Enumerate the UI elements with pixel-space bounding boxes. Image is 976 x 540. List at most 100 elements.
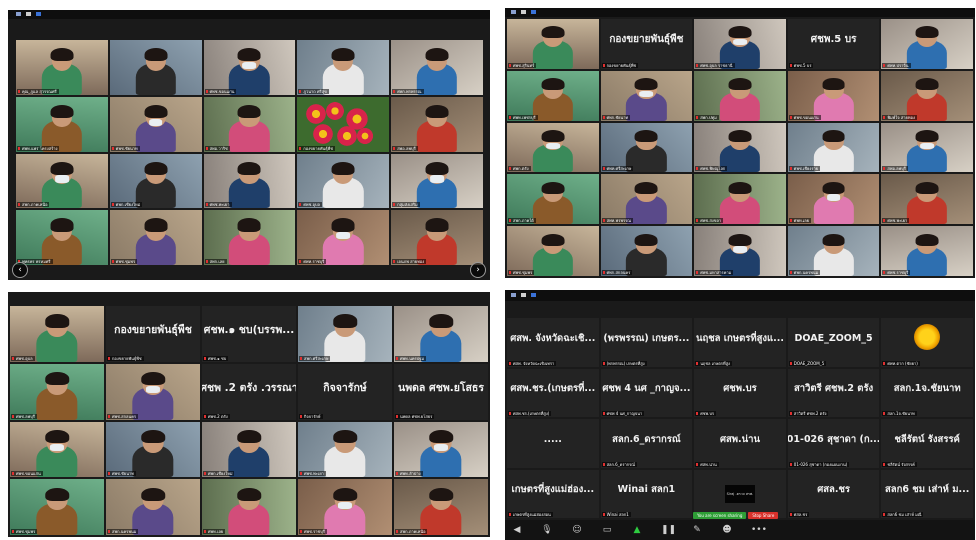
participant-tile[interactable]: พุทธพร พรหมศรี: [16, 210, 108, 265]
participant-tile[interactable]: สพก.ภาคเหนือ: [16, 153, 108, 209]
menu-icon[interactable]: [26, 12, 31, 16]
mic-icon[interactable]: 🎙: [541, 524, 553, 536]
participant-tile[interactable]: .....: [507, 419, 599, 468]
participant-tile[interactable]: ศพท.แพร่ โครงสร้าง: [16, 96, 108, 152]
gallery-icon[interactable]: [36, 12, 41, 16]
participant-tile[interactable]: ศสพ. จังหวัดฉะเชิ... ศสพ. จังหวัดฉะเชิงเท…: [507, 318, 599, 367]
participant-tile[interactable]: ศพช.พิษณุโลก: [694, 122, 786, 173]
participant-tile[interactable]: ศพท.ตาก (ชัยยา): [881, 318, 973, 367]
participant-tile[interactable]: ศพก.เชียงใหม่: [109, 153, 202, 209]
participant-tile[interactable]: ศพท.ลำปาง: [394, 421, 488, 478]
participant-tile[interactable]: ศพก.นครพนม: [787, 226, 880, 276]
participant-tile[interactable]: ศพท.นครปฐม: [394, 306, 488, 362]
chat-icon[interactable]: ▭: [601, 524, 613, 536]
back-icon[interactable]: ◀: [511, 524, 523, 536]
participant-tile[interactable]: ศพช.ขอนแก่น: [787, 70, 880, 121]
next-page-button[interactable]: ›: [470, 262, 486, 278]
share-screen-icon[interactable]: ▲: [631, 524, 643, 536]
participant-tile[interactable]: นฤชล เกษตรที่สูงแ... นฤชล เกษตรที่สูง: [694, 318, 786, 367]
participant-tile[interactable]: ศชพ 4 นศ _กาญจ... ศชพ 4 นศ_กาญจนา: [600, 368, 693, 417]
participant-tile[interactable]: สพอ.ลพบุรี: [881, 122, 973, 173]
menu-icon[interactable]: [521, 293, 526, 297]
participant-tile[interactable]: Siraj .ตรวจ สรพ.: [694, 469, 786, 518]
participant-tile[interactable]: ศสพ.ชร.(เกษตรที่... ศสพ.ชร.(เกษตรที่สูง): [507, 368, 599, 417]
participant-tile[interactable]: ศพช.ขอนแก่น: [10, 421, 104, 478]
participant-tile[interactable]: Winai สลก1 Winai สลก1: [600, 469, 693, 518]
participant-tile[interactable]: ศพช.พะเยา: [298, 421, 392, 478]
participant-tile[interactable]: ศพช.ขอนแก่น: [203, 40, 296, 95]
participant-tile[interactable]: ศพช.มหาสารคาม: [694, 226, 786, 276]
participant-tile[interactable]: ศพช.สงขลา: [694, 174, 786, 225]
participant-tile[interactable]: ศพช.พะเยา: [881, 174, 973, 225]
participant-tile[interactable]: ศพช.อุบล ราชธานี: [694, 19, 786, 69]
participant-tile[interactable]: ศพช.สกลนคร: [106, 363, 200, 420]
participant-tile[interactable]: พิมพ์ใจ สายทอง: [881, 70, 973, 121]
participant-tile[interactable]: สพอ.ลพบุรี: [391, 96, 483, 152]
participant-tile[interactable]: ศพช.อุบล: [297, 153, 390, 209]
participant-tile[interactable]: ศพก.ตรัง: [507, 122, 599, 173]
participant-tile[interactable]: ศชพ.5 บร ศพช.5 บร: [787, 19, 880, 69]
participant-tile[interactable]: สพก.นครพนม: [106, 479, 200, 535]
participant-tile[interactable]: [109, 40, 202, 95]
participant-tile[interactable]: ศพช.ชุมพร: [109, 210, 202, 265]
view-icon[interactable]: [511, 293, 516, 297]
participant-tile[interactable]: ศสพ.น่าน ศสพ.น่าน: [694, 419, 786, 468]
gallery-icon[interactable]: [531, 293, 536, 297]
gallery-icon[interactable]: [531, 10, 536, 14]
participant-tile[interactable]: เกษตรที่สูงแม่ฮ่อง... เกษตรที่สูงแม่ฮ่องส…: [507, 469, 599, 518]
participant-tile[interactable]: ศพช.ชัยนาท: [106, 421, 200, 478]
participant-tile[interactable]: ศพช.ชุมพร: [507, 226, 599, 276]
participant-tile[interactable]: ศพท.เลย: [787, 174, 880, 225]
participant-tile[interactable]: ศพก.พรพรรณ: [391, 40, 483, 95]
participant-tile[interactable]: ศพก.เชียงใหม่: [202, 421, 296, 478]
participant-tile[interactable]: ชลีรัตน์ รังสรรค์ ชลีรัตน์ รังสรรค์: [881, 419, 973, 468]
participant-tile[interactable]: DOAE_ZOOM_5 DOAE_ZOOM_5: [787, 318, 880, 367]
participant-tile[interactable]: คุณ_ภูแล สุวรรณศรี: [16, 40, 108, 95]
participant-tile[interactable]: ศสล.ชร ศสล.ชร: [787, 469, 880, 518]
participant-tile[interactable]: สพท.พรพรรณ: [600, 174, 693, 225]
view-icon[interactable]: [16, 12, 21, 16]
participant-tile[interactable]: 01-026 สุชาดา (ก... 01-026 สุชาดา (กองแผน…: [787, 419, 880, 468]
participant-tile[interactable]: (พรพรรณ) เกษตร... (พรพรรณ) เกษตรที่สูง: [600, 318, 693, 367]
participants-icon[interactable]: ☺: [571, 524, 583, 536]
reactions-icon[interactable]: ☻: [721, 524, 733, 536]
participant-tile[interactable]: ศพท.ปราจีน: [881, 19, 973, 69]
participant-tile[interactable]: กองขยายพันธุ์พืช กองขยายพันธุ์พืช: [106, 306, 200, 362]
participant-tile[interactable]: สลก6 ชม เส่าห์ ม... สลก6 ชม เส่าห์ มณี: [881, 469, 973, 518]
participant-tile[interactable]: สพก.ภาคเหนือ: [394, 479, 488, 535]
annotate-icon[interactable]: ✎: [691, 524, 703, 536]
participant-tile[interactable]: ศพช.ชัยนาท: [109, 96, 202, 152]
participant-tile[interactable]: ศพช.อุบล: [10, 306, 104, 362]
participant-tile[interactable]: ศพช.ราชบุรี: [298, 479, 392, 535]
participant-tile[interactable]: ศชพ.บร ศชพ.บร: [694, 368, 786, 417]
participant-tile[interactable]: ศพท.ศรีสะเกษ: [600, 122, 693, 173]
participant-tile[interactable]: ศชพ .2 ตรัง .วรรณา ศพช.2 ตรัง: [202, 363, 296, 420]
participant-tile[interactable]: ศพท.เพชรบุรี: [507, 70, 599, 121]
participant-tile[interactable]: สาวิตรี ศชพ.2 ตรัง สาวิตรี ศชพ.2 ตรัง: [787, 368, 880, 417]
participant-tile[interactable]: ศพก.ชัยนาท: [600, 70, 693, 121]
participant-tile[interactable]: เจนภพ สายทอง: [391, 210, 483, 265]
participant-tile[interactable]: ศพก.สกลนคร: [600, 226, 693, 276]
participant-tile[interactable]: ศพช.ราชบุรี: [881, 226, 973, 276]
menu-icon[interactable]: [521, 10, 526, 14]
participant-tile[interactable]: สลก.1จ.ชัยนาท สลก.1จ.ชัยนาท: [881, 368, 973, 417]
participant-tile[interactable]: ศพช.พะเยา: [203, 153, 296, 209]
participant-tile[interactable]: ศชพ.๑ ชบ(บรรพ... ศพช.๑ ชบ: [202, 306, 296, 362]
participant-tile[interactable]: ศพท.ราชบุรี: [297, 210, 390, 265]
participant-tile[interactable]: กองขยายพันธุ์พืช: [297, 96, 390, 152]
participant-tile[interactable]: สลก.6_ดรากรณ์ สลก.6_ดรากรณ์: [600, 419, 693, 468]
participant-tile[interactable]: สพก.ปทุม: [694, 70, 786, 121]
participant-tile[interactable]: ศพช.ลพบุรี: [10, 363, 104, 420]
participant-tile[interactable]: ศพช.สุรินทร์: [507, 19, 599, 69]
view-icon[interactable]: [511, 10, 516, 14]
participant-tile[interactable]: ศพช.เชียงราย: [787, 122, 880, 173]
participant-tile[interactable]: สพก.ศรีสะเกษ: [298, 306, 392, 362]
stop-share-button[interactable]: Stop Share: [748, 512, 779, 519]
participant-tile[interactable]: กิจจารักษ์ กิจจารักษ์: [298, 363, 392, 420]
participant-tile[interactable]: ภูวนาถ ศรีสุข: [297, 40, 390, 95]
participant-tile[interactable]: สพอ.วาริช: [203, 96, 296, 152]
more-icon[interactable]: •••: [751, 524, 767, 536]
participant-tile[interactable]: ศพท.เลย: [202, 479, 296, 535]
prev-page-button[interactable]: ‹: [12, 262, 28, 278]
pause-icon[interactable]: ❚❚: [661, 524, 676, 536]
